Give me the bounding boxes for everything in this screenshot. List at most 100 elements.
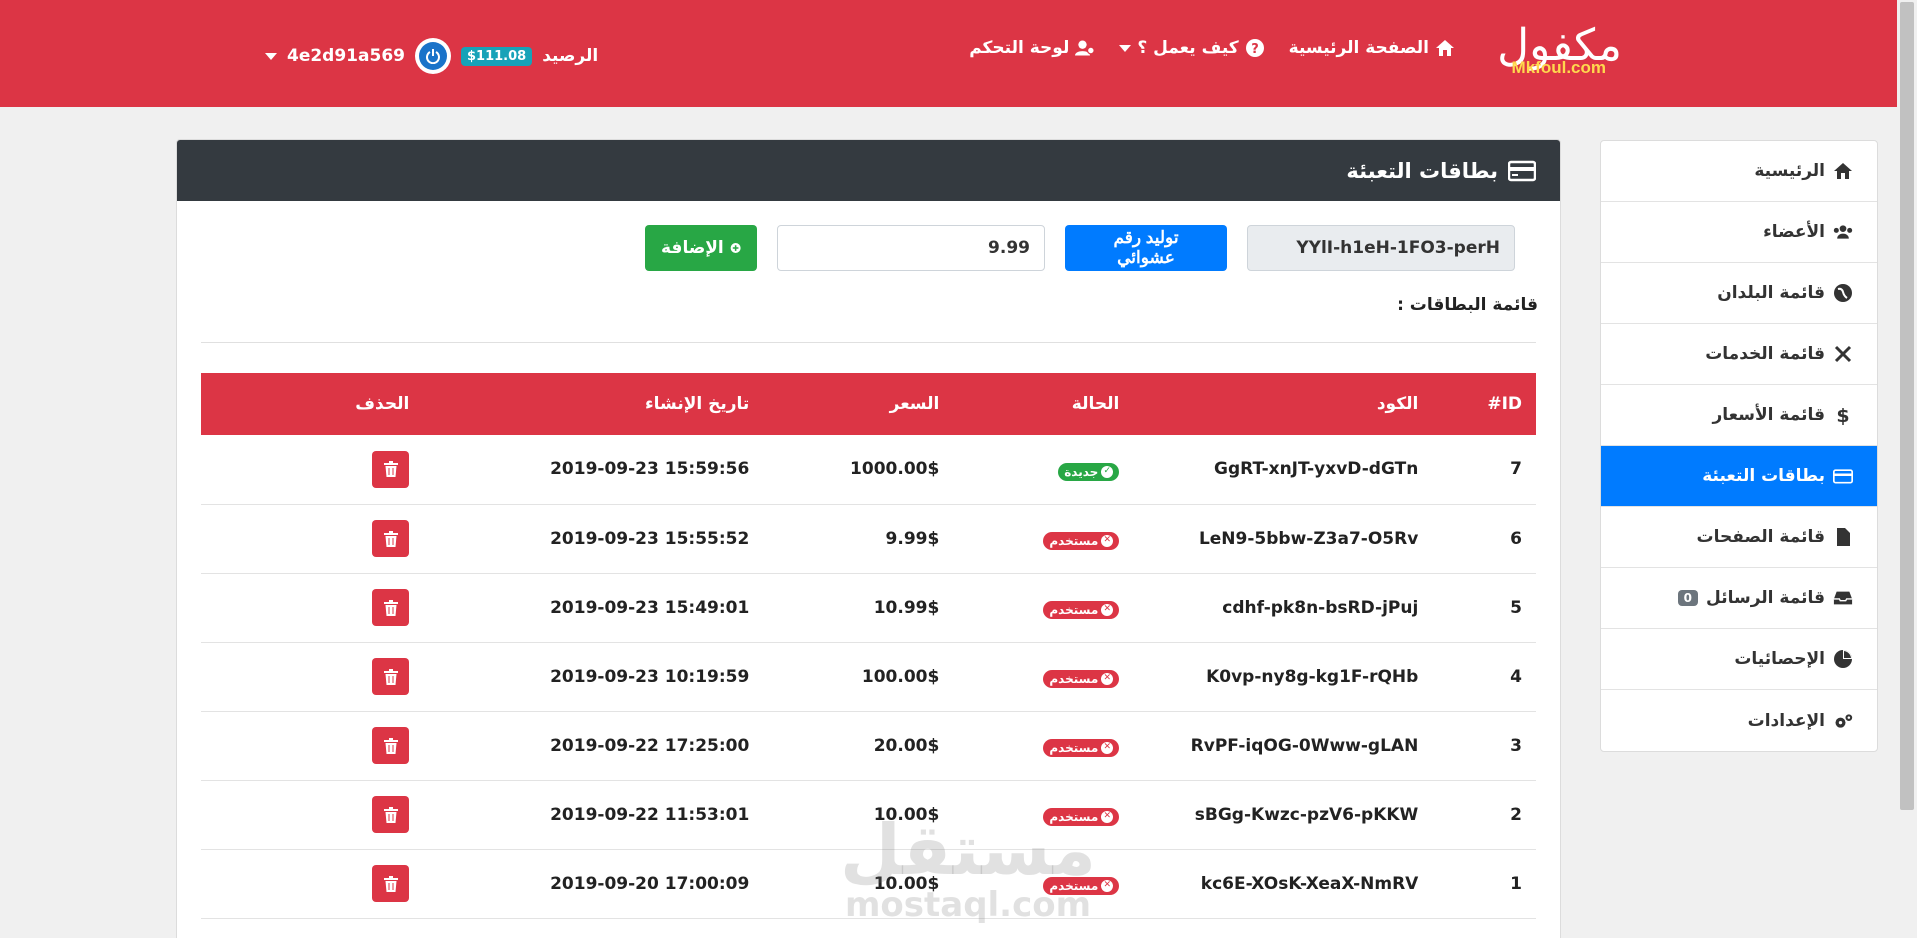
table-row: 5 cdhf-pk8n-bsRD-jPuj ✕ مستخدم 10.99$ 2019-09… xyxy=(201,573,1536,642)
cell-id: 1 xyxy=(1510,873,1522,894)
trash-icon xyxy=(383,599,398,616)
card-code-field[interactable]: YYlI-h1eH-1FO3-perH xyxy=(1247,225,1515,271)
cell-status: ✕ مستخدم xyxy=(953,711,1133,780)
add-button[interactable]: الإضافة xyxy=(645,225,757,271)
cell-date: 2019-09-23 15:49:01 xyxy=(550,597,750,618)
user-menu-chevron-icon[interactable] xyxy=(265,52,277,60)
cell-status: ✕ مستخدم xyxy=(953,849,1133,918)
col-date: تاريخ الإنشاء xyxy=(644,394,750,414)
sidebar-item-recharge-cards[interactable]: بطاقات التعبئة xyxy=(1601,446,1877,507)
page-title: بطاقات التعبئة xyxy=(1346,158,1498,183)
cell-price: 1000.00$ xyxy=(850,459,940,480)
cell-date: 2019-09-23 15:59:56 xyxy=(550,459,750,480)
sidebar-item-countries[interactable]: قائمة البلدان xyxy=(1601,263,1877,324)
cell-delete xyxy=(201,642,423,711)
trash-icon xyxy=(383,668,398,685)
nav-dashboard-label: لوحة التحكم xyxy=(969,38,1070,58)
nav-how-label: كيف يعمل ؟ xyxy=(1137,38,1239,58)
times-circle-icon: ✕ xyxy=(1101,534,1114,547)
table-row: 1 kc6E-XOsK-XeaX-NmRV ✕ مستخدم 10.00$ 2019-09… xyxy=(201,849,1536,918)
site-logo[interactable]: مكفول Mkfoul.com xyxy=(1472,18,1622,82)
col-id: ID# xyxy=(1487,394,1522,414)
cell-price: 10.99$ xyxy=(873,597,940,618)
table-row: 7 GgRT-xnJT-yxvD-dGTn ✓ جديدة 1000.00$ 2019-0… xyxy=(201,435,1536,504)
logo-english: Mkfoul.com xyxy=(1511,58,1606,77)
cell-delete xyxy=(201,849,423,918)
trash-icon xyxy=(383,461,398,478)
col-delete: الحذف xyxy=(355,394,410,414)
sidebar: الرئيسية الأعضاء قائمة البلدان قائمة الخ… xyxy=(1600,140,1878,752)
sidebar-item-label: قائمة الرسائل xyxy=(1706,588,1825,608)
top-navbar: مكفول Mkfoul.com الصفحة الرئيسية ? كيف ي… xyxy=(0,0,1897,107)
cell-code: kc6E-XOsK-XeaX-NmRV xyxy=(1200,873,1419,894)
sidebar-item-statistics[interactable]: الإحصائيات xyxy=(1601,629,1877,690)
globe-icon xyxy=(1834,284,1852,302)
users-icon xyxy=(1833,225,1853,239)
delete-button[interactable] xyxy=(372,450,410,488)
balance-label: الرصيد xyxy=(542,46,599,66)
sidebar-item-prices[interactable]: $ قائمة الأسعار xyxy=(1601,385,1877,446)
delete-button[interactable] xyxy=(372,796,410,833)
cell-date: 2019-09-23 10:19:59 xyxy=(550,666,750,687)
cell-id: 5 xyxy=(1510,597,1522,618)
home-icon xyxy=(1436,40,1454,56)
cell-date: 2019-09-23 15:55:52 xyxy=(550,528,750,549)
table-row: 6 LeN9-5bbw-Z3a7-O5Rv ✕ مستخدم 9.99$ 2019-09-… xyxy=(201,504,1536,573)
sidebar-item-home[interactable]: الرئيسية xyxy=(1601,141,1877,202)
times-circle-icon: ✕ xyxy=(1101,879,1114,892)
check-circle-icon: ✓ xyxy=(1101,465,1114,478)
scrollbar-thumb[interactable] xyxy=(1900,2,1914,810)
sidebar-item-label: الإحصائيات xyxy=(1734,649,1825,669)
cell-delete xyxy=(201,780,423,849)
cell-id: 6 xyxy=(1510,528,1522,549)
cell-id: 4 xyxy=(1510,666,1522,687)
user-avatar[interactable] xyxy=(414,38,451,74)
price-input[interactable]: 9.99 xyxy=(777,225,1045,271)
trash-icon xyxy=(383,875,398,892)
user-cog-icon xyxy=(1075,40,1096,56)
pie-chart-icon xyxy=(1834,650,1852,668)
cell-price: 10.00$ xyxy=(873,873,940,894)
cell-code: K0vp-ny8g-kg1F-rQHb xyxy=(1206,666,1419,687)
add-card-form: YYlI-h1eH-1FO3-perH توليد رقم عشوائي 9.9… xyxy=(645,225,1515,271)
sidebar-item-messages[interactable]: قائمة الرسائل 0 xyxy=(1601,568,1877,629)
nav-how-it-works[interactable]: ? كيف يعمل ؟ xyxy=(1119,38,1264,58)
times-circle-icon: ✕ xyxy=(1101,603,1114,616)
cell-id: 7 xyxy=(1510,459,1522,480)
generate-random-button[interactable]: توليد رقم عشوائي xyxy=(1065,225,1227,271)
tools-icon xyxy=(1834,345,1852,363)
nav-links: الصفحة الرئيسية ? كيف يعمل ؟ لوحة التحكم xyxy=(969,38,1455,58)
inbox-icon xyxy=(1833,591,1853,605)
status-badge: ✕ مستخدم xyxy=(1043,807,1120,826)
credit-card-icon xyxy=(1833,469,1853,484)
cell-price: 20.00$ xyxy=(873,735,940,756)
sidebar-item-label: الإعدادات xyxy=(1747,710,1825,731)
delete-button[interactable] xyxy=(372,658,410,695)
cell-delete xyxy=(201,573,423,642)
delete-button[interactable] xyxy=(372,727,410,764)
cell-delete xyxy=(201,504,423,573)
nav-home[interactable]: الصفحة الرئيسية xyxy=(1289,38,1455,58)
messages-count-badge: 0 xyxy=(1677,590,1699,606)
delete-button[interactable] xyxy=(372,589,410,626)
sidebar-item-services[interactable]: قائمة الخدمات xyxy=(1601,324,1877,385)
col-status: الحالة xyxy=(1071,394,1120,414)
user-name[interactable]: 4e2d91a569 xyxy=(287,46,405,66)
cell-price: 100.00$ xyxy=(861,666,940,687)
cell-date: 2019-09-22 11:53:01 xyxy=(550,804,750,825)
scrollbar[interactable] xyxy=(1897,0,1917,938)
dollar-icon: $ xyxy=(1836,405,1849,425)
nav-dashboard[interactable]: لوحة التحكم xyxy=(969,38,1096,58)
sidebar-item-label: بطاقات التعبئة xyxy=(1702,466,1825,486)
delete-button[interactable] xyxy=(372,865,410,902)
status-badge: ✕ مستخدم xyxy=(1043,738,1120,757)
sidebar-item-members[interactable]: الأعضاء xyxy=(1601,202,1877,263)
cell-delete xyxy=(201,711,423,780)
sidebar-item-pages[interactable]: قائمة الصفحات xyxy=(1601,507,1877,568)
cell-code: sBGg-Kwzc-pzV6-pKKW xyxy=(1194,804,1419,825)
cell-status: ✕ مستخدم xyxy=(953,780,1133,849)
delete-button[interactable] xyxy=(372,520,410,557)
cell-status: ✕ مستخدم xyxy=(953,504,1133,573)
user-area: الرصيد $111.08 4e2d91a569 xyxy=(265,38,598,74)
sidebar-item-settings[interactable]: الإعدادات xyxy=(1601,690,1877,751)
